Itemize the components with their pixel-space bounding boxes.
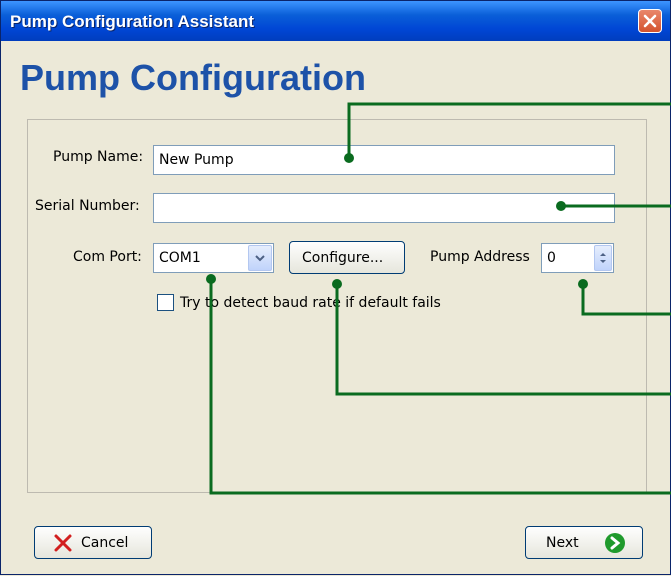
callout-dot-pump-address [578, 279, 588, 289]
callout-dot-pump-name [344, 153, 354, 163]
callout-dot-configure [332, 279, 342, 289]
callout-dot-com-port [206, 274, 216, 284]
callout-dot-serial-number [556, 201, 566, 211]
callout-lines [206, 102, 671, 495]
dialog-window: Pump Configuration Assistant Pump Config… [0, 0, 671, 575]
